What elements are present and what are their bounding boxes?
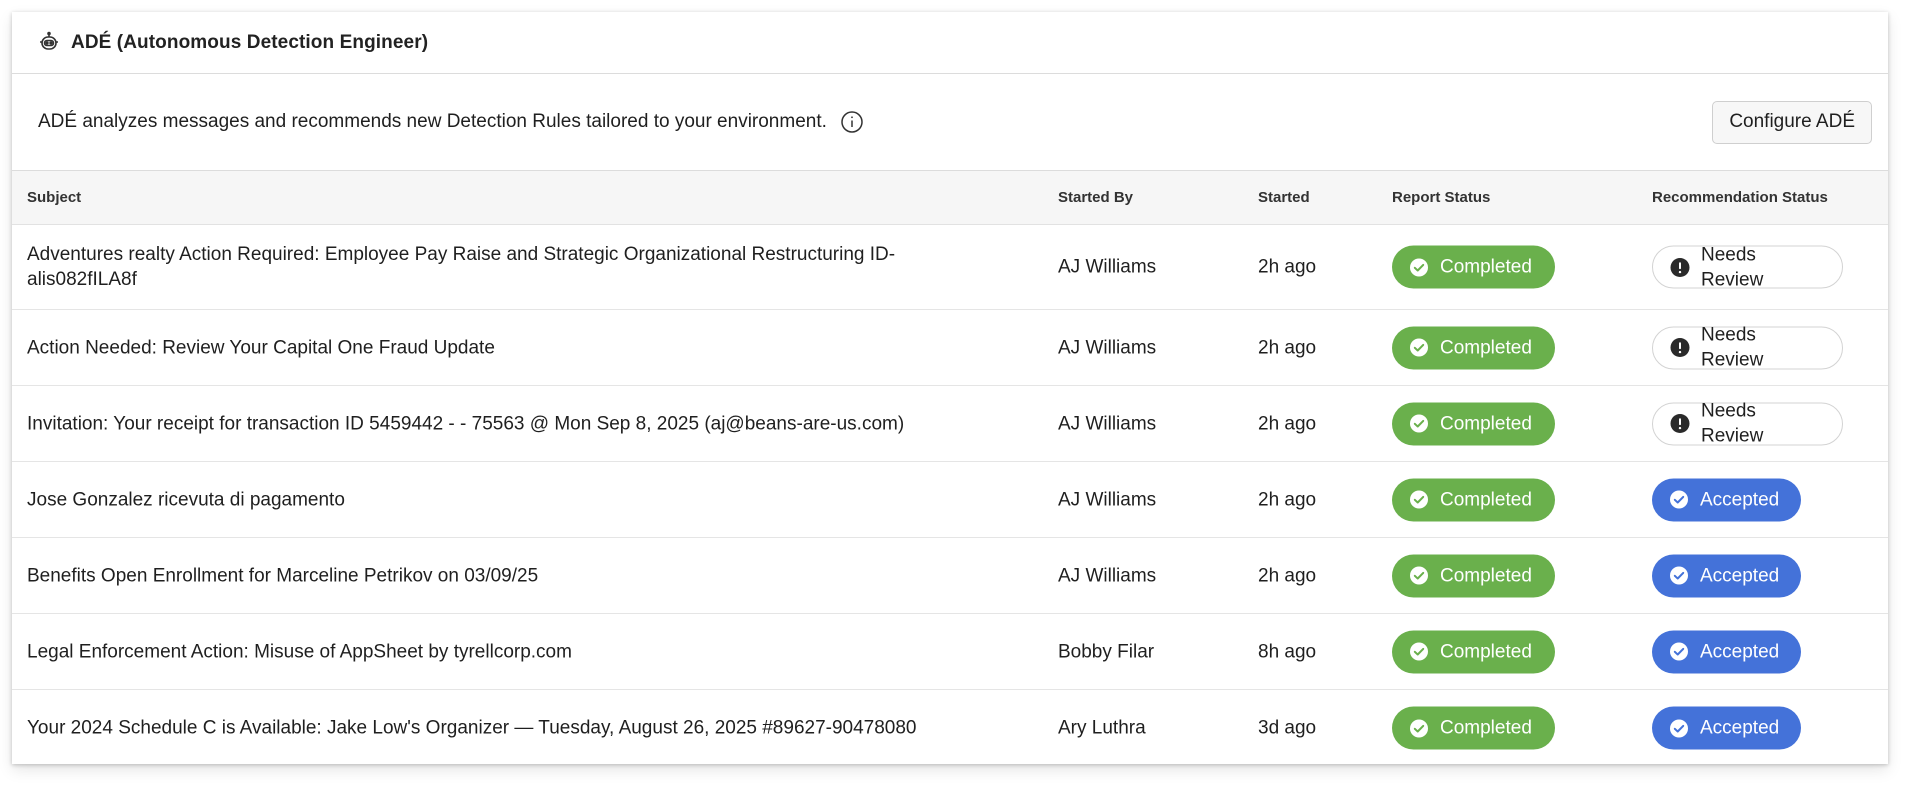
started-by-cell: AJ Williams: [1058, 337, 1157, 358]
subject-cell[interactable]: Jose Gonzalez ricevuta di pagamento: [27, 487, 987, 512]
column-header-report-status[interactable]: Report Status: [1392, 189, 1490, 206]
started-cell: 8h ago: [1258, 641, 1317, 662]
table-row[interactable]: Action Needed: Review Your Capital One F…: [12, 310, 1888, 386]
report-status-badge: Completed: [1392, 402, 1555, 445]
report-status-cell: Completed: [1392, 478, 1555, 521]
report-status-badge: Completed: [1392, 630, 1555, 673]
recommendation-status-cell: Accepted: [1652, 706, 1801, 750]
subject-cell[interactable]: Adventures realty Action Required: Emplo…: [27, 242, 987, 292]
panel-header: ADÉ (Autonomous Detection Engineer): [12, 12, 1888, 74]
column-header-started[interactable]: Started: [1258, 189, 1310, 206]
subject-cell[interactable]: Legal Enforcement Action: Misuse of AppS…: [27, 639, 987, 664]
report-status-label: Completed: [1440, 256, 1532, 278]
started-cell: 2h ago: [1258, 489, 1317, 510]
report-status-cell: Completed: [1392, 554, 1555, 597]
report-status-label: Completed: [1440, 413, 1532, 434]
started-by-cell: AJ Williams: [1058, 565, 1157, 586]
check-circle-icon: [1409, 566, 1429, 586]
check-circle-icon: [1409, 490, 1429, 510]
started-cell: 2h ago: [1258, 565, 1317, 586]
report-status-label: Completed: [1440, 565, 1532, 586]
robot-icon: [37, 31, 61, 55]
started-by-cell: Ary Luthra: [1058, 717, 1146, 739]
table-header: Subject Started By Started Report Status…: [12, 171, 1888, 225]
column-header-recommendation-status[interactable]: Recommendation Status: [1652, 189, 1828, 206]
page-title: ADÉ (Autonomous Detection Engineer): [71, 31, 429, 53]
subject-cell[interactable]: Benefits Open Enrollment for Marceline P…: [27, 563, 987, 588]
alert-icon: [1670, 338, 1690, 358]
recommendation-status-label: Needs Review: [1701, 324, 1764, 371]
accepted-badge[interactable]: Accepted: [1652, 706, 1801, 750]
recommendation-status-cell: Needs Review: [1652, 244, 1843, 290]
table-row[interactable]: Legal Enforcement Action: Misuse of AppS…: [12, 614, 1888, 690]
info-icon[interactable]: [840, 110, 864, 134]
check-circle-icon: [1409, 257, 1429, 277]
started-by-cell: Bobby Filar: [1058, 641, 1155, 662]
report-status-cell: Completed: [1392, 630, 1555, 673]
check-circle-icon: [1409, 338, 1429, 358]
needs-review-badge[interactable]: Needs Review: [1652, 325, 1843, 371]
started-by-cell: AJ Williams: [1058, 256, 1157, 278]
recommendation-status-cell: Accepted: [1652, 554, 1801, 597]
table-body: Adventures realty Action Required: Emplo…: [12, 225, 1888, 766]
description-row: ADÉ analyzes messages and recommends new…: [12, 74, 1888, 171]
check-circle-icon: [1669, 642, 1689, 662]
started-by-cell: AJ Williams: [1058, 489, 1157, 510]
check-circle-icon: [1669, 490, 1689, 510]
recommendation-status-label: Needs Review: [1701, 244, 1764, 290]
check-circle-icon: [1409, 642, 1429, 662]
report-status-label: Completed: [1440, 641, 1532, 662]
report-status-label: Completed: [1440, 489, 1532, 510]
recommendation-status-label: Accepted: [1700, 641, 1780, 662]
subject-cell[interactable]: Invitation: Your receipt for transaction…: [27, 411, 987, 436]
report-status-badge: Completed: [1392, 478, 1555, 521]
report-status-badge: Completed: [1392, 245, 1555, 289]
check-circle-icon: [1409, 414, 1429, 434]
started-cell: 3d ago: [1258, 717, 1317, 739]
needs-review-badge[interactable]: Needs Review: [1652, 244, 1843, 290]
report-status-label: Completed: [1440, 337, 1532, 358]
recommendation-status-cell: Needs Review: [1652, 325, 1843, 371]
column-header-started-by[interactable]: Started By: [1058, 189, 1133, 206]
subject-cell[interactable]: Your 2024 Schedule C is Available: Jake …: [27, 716, 987, 741]
recommendation-status-cell: Needs Review: [1652, 401, 1843, 447]
report-status-badge: Completed: [1392, 554, 1555, 597]
report-status-badge: Completed: [1392, 326, 1555, 369]
recommendation-status-label: Accepted: [1700, 717, 1780, 739]
report-status-cell: Completed: [1392, 326, 1555, 369]
recommendation-status-cell: Accepted: [1652, 478, 1801, 521]
check-circle-icon: [1669, 566, 1689, 586]
recommendation-status-label: Needs Review: [1701, 400, 1764, 447]
report-status-label: Completed: [1440, 717, 1532, 739]
check-circle-icon: [1669, 718, 1689, 738]
started-cell: 2h ago: [1258, 256, 1317, 278]
alert-icon: [1670, 414, 1690, 434]
alert-icon: [1670, 257, 1690, 277]
started-cell: 2h ago: [1258, 337, 1317, 358]
check-circle-icon: [1409, 718, 1429, 738]
accepted-badge[interactable]: Accepted: [1652, 554, 1801, 597]
recommendation-status-label: Accepted: [1700, 489, 1780, 510]
accepted-badge[interactable]: Accepted: [1652, 478, 1801, 521]
accepted-badge[interactable]: Accepted: [1652, 630, 1801, 673]
started-cell: 2h ago: [1258, 413, 1317, 434]
started-by-cell: AJ Williams: [1058, 413, 1157, 434]
report-status-cell: Completed: [1392, 245, 1555, 289]
report-status-cell: Completed: [1392, 706, 1555, 750]
needs-review-badge[interactable]: Needs Review: [1652, 401, 1843, 447]
description-text: ADÉ analyzes messages and recommends new…: [38, 111, 827, 132]
recommendation-status-cell: Accepted: [1652, 630, 1801, 673]
table-row[interactable]: Invitation: Your receipt for transaction…: [12, 386, 1888, 462]
recommendation-status-label: Accepted: [1700, 565, 1780, 586]
report-status-badge: Completed: [1392, 706, 1555, 750]
report-status-cell: Completed: [1392, 402, 1555, 445]
ade-panel: ADÉ (Autonomous Detection Engineer) ADÉ …: [12, 12, 1888, 764]
subject-cell[interactable]: Action Needed: Review Your Capital One F…: [27, 335, 987, 360]
table-row[interactable]: Jose Gonzalez ricevuta di pagamento AJ Wi…: [12, 462, 1888, 538]
column-header-subject[interactable]: Subject: [27, 189, 987, 206]
table-row[interactable]: Benefits Open Enrollment for Marceline P…: [12, 538, 1888, 614]
configure-ade-button[interactable]: Configure ADÉ: [1712, 100, 1872, 144]
table-row[interactable]: Your 2024 Schedule C is Available: Jake …: [12, 690, 1888, 766]
table-row[interactable]: Adventures realty Action Required: Emplo…: [12, 225, 1888, 310]
